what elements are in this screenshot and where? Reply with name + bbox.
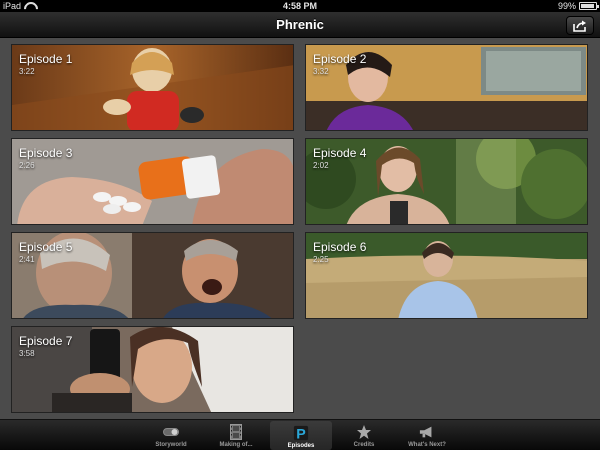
- episode-duration: 3:58: [19, 349, 35, 358]
- episode-tile-6[interactable]: Episode 6 2:25: [305, 232, 588, 319]
- episode-tile-1[interactable]: Episode 1 3:22: [11, 44, 294, 131]
- tab-label: What's Next?: [408, 442, 446, 448]
- tab-episodes[interactable]: P Episodes: [270, 421, 332, 450]
- episode-title: Episode 3: [19, 146, 73, 160]
- tab-label: Credits: [353, 442, 375, 448]
- film-icon: [228, 424, 244, 440]
- episode-title: Episode 7: [19, 334, 73, 348]
- episode-duration: 3:32: [313, 67, 329, 76]
- nav-bar: Phrenic: [0, 12, 600, 38]
- episode-tile-5[interactable]: Episode 5 2:41: [11, 232, 294, 319]
- status-bar: iPad 4:58 PM 99%: [0, 0, 600, 12]
- episode-duration: 2:26: [19, 161, 35, 170]
- tab-storyworld[interactable]: Storyworld: [140, 420, 202, 450]
- toggle-icon: [163, 424, 179, 440]
- episode-tile-7[interactable]: Episode 7 3:58: [11, 326, 294, 413]
- tab-label: Episodes: [287, 443, 315, 449]
- share-icon: [573, 20, 586, 32]
- status-time: 4:58 PM: [282, 1, 317, 11]
- episode-duration: 2:41: [19, 255, 35, 264]
- episode-title: Episode 5: [19, 240, 73, 254]
- star-icon: [356, 424, 372, 440]
- battery-icon: [579, 2, 599, 10]
- episode-tile-4[interactable]: Episode 4 2:02: [305, 138, 588, 225]
- svg-text:P: P: [296, 426, 305, 442]
- tab-label: Storyworld: [155, 442, 187, 448]
- episode-title: Episode 1: [19, 52, 73, 66]
- megaphone-icon: [419, 424, 435, 440]
- tab-label: Making of...: [219, 442, 253, 448]
- page-title: Phrenic: [276, 17, 324, 32]
- battery-percent: 99%: [557, 1, 576, 11]
- episode-tile-2[interactable]: Episode 2 3:32: [305, 44, 588, 131]
- episode-title: Episode 4: [313, 146, 367, 160]
- tab-making-of[interactable]: Making of...: [205, 420, 267, 450]
- tab-credits[interactable]: Credits: [333, 420, 395, 450]
- episode-duration: 2:25: [313, 255, 329, 264]
- share-button[interactable]: [566, 16, 594, 35]
- episode-duration: 2:02: [313, 161, 329, 170]
- episode-duration: 3:22: [19, 67, 35, 76]
- episode-grid: Episode 1 3:22 Episode 2 3:32 Episode 3 …: [0, 38, 600, 419]
- episode-tile-3[interactable]: Episode 3 2:26: [11, 138, 294, 225]
- p-logo-icon: P: [293, 425, 309, 442]
- tab-whats-next[interactable]: What's Next?: [396, 420, 458, 450]
- episode-title: Episode 2: [313, 52, 367, 66]
- status-right: 99%: [557, 0, 599, 12]
- tab-bar: Storyworld Making of... P Episodes Credi…: [0, 419, 600, 450]
- episode-title: Episode 6: [313, 240, 367, 254]
